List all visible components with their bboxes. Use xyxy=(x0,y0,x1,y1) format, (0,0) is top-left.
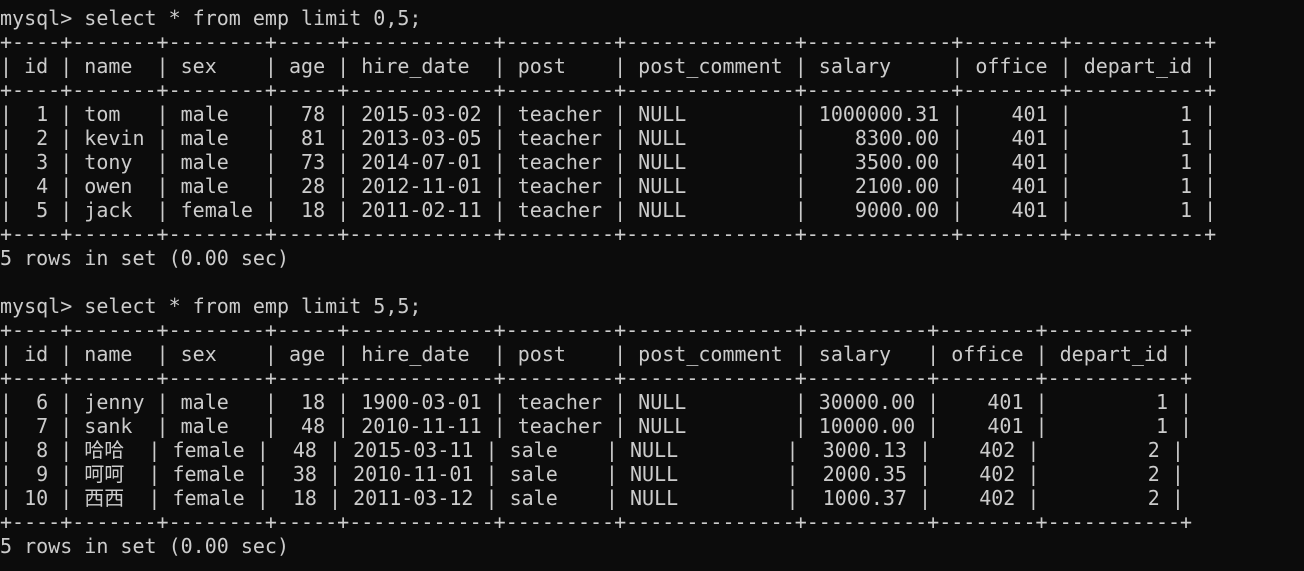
table-row: | 1 | tom | male | 78 | 2015-03-02 | tea… xyxy=(0,102,1217,126)
result-summary: 5 rows in set (0.00 sec) xyxy=(0,246,289,270)
table-header-row: | id | name | sex | age | hire_date | po… xyxy=(0,54,1217,78)
table-row: | 9 | 呵呵 | female | 38 | 2010-11-01 | sa… xyxy=(0,462,1184,486)
table-row: | 4 | owen | male | 28 | 2012-11-01 | te… xyxy=(0,174,1217,198)
table-row: | 3 | tony | male | 73 | 2014-07-01 | te… xyxy=(0,150,1217,174)
table-row: | 6 | jenny | male | 18 | 1900-03-01 | t… xyxy=(0,390,1193,414)
table-row: | 10 | 西西 | female | 18 | 2011-03-12 | s… xyxy=(0,486,1184,510)
table-border-line: +----+-------+--------+-----+-----------… xyxy=(0,510,1193,534)
sql-command-line: mysql> select * from emp limit 5,5; xyxy=(0,294,422,318)
table-row: | 5 | jack | female | 18 | 2011-02-11 | … xyxy=(0,198,1217,222)
table-border-line: +----+-------+--------+-----+-----------… xyxy=(0,30,1217,54)
table-row: | 2 | kevin | male | 81 | 2013-03-05 | t… xyxy=(0,126,1217,150)
terminal-window[interactable]: mysql> select * from emp limit 0,5; +----… xyxy=(0,0,1304,571)
table-row: | 8 | 哈哈 | female | 48 | 2015-03-11 | sa… xyxy=(0,438,1184,462)
table-row: | 7 | sank | male | 48 | 2010-11-11 | te… xyxy=(0,414,1193,438)
result-summary: 5 rows in set (0.00 sec) xyxy=(0,534,289,558)
table-border-line: +----+-------+--------+-----+-----------… xyxy=(0,366,1193,390)
table-border-line: +----+-------+--------+-----+-----------… xyxy=(0,78,1217,102)
table-border-line: +----+-------+--------+-----+-----------… xyxy=(0,222,1217,246)
table-border-line: +----+-------+--------+-----+-----------… xyxy=(0,318,1193,342)
sql-command-line: mysql> select * from emp limit 0,5; xyxy=(0,6,422,30)
table-header-row: | id | name | sex | age | hire_date | po… xyxy=(0,342,1193,366)
